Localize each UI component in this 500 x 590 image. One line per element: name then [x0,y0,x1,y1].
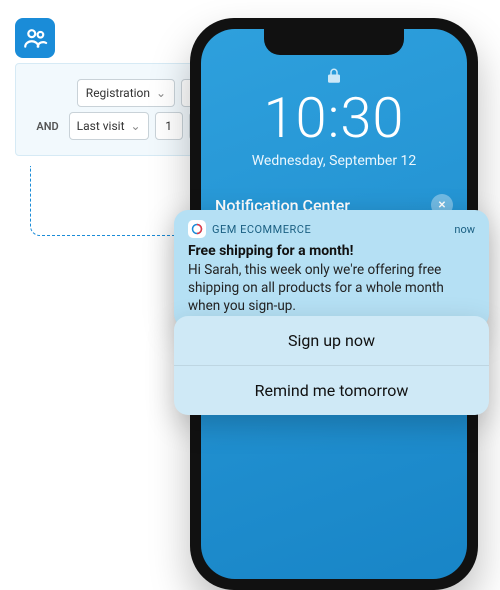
connector-line [30,166,190,236]
chevron-down-icon: ⌄ [156,86,166,100]
lock-screen-time: 10:30 [201,85,467,151]
count-input[interactable]: 1 [155,112,183,140]
chevron-down-icon: ⌄ [131,119,141,133]
notification-body: Hi Sarah, this week only we're offering … [188,261,475,316]
notification-timestamp: now [454,223,475,236]
notification-actions: Sign up now Remind me tomorrow [174,316,489,415]
dropdown-label: Registration [86,86,150,100]
remind-me-tomorrow-button[interactable]: Remind me tomorrow [174,366,489,415]
notification-app-name: GEM ECOMMERCE [212,223,448,236]
audience-icon [15,18,55,58]
notification-title: Free shipping for a month! [188,243,475,259]
phone-notch [264,29,404,55]
field-registration-dropdown[interactable]: Registration ⌄ [77,79,175,107]
app-icon [188,220,206,238]
sign-up-now-button[interactable]: Sign up now [174,316,489,366]
and-operator-label: AND [36,120,58,133]
count-value: 1 [165,119,172,133]
field-last-visit-dropdown[interactable]: Last visit ⌄ [69,112,149,140]
lock-screen-date: Wednesday, September 12 [201,153,467,169]
push-notification-card[interactable]: GEM ECOMMERCE now Free shipping for a mo… [174,210,489,328]
dropdown-label: Last visit [77,119,125,133]
notification-header: GEM ECOMMERCE now [188,220,475,238]
